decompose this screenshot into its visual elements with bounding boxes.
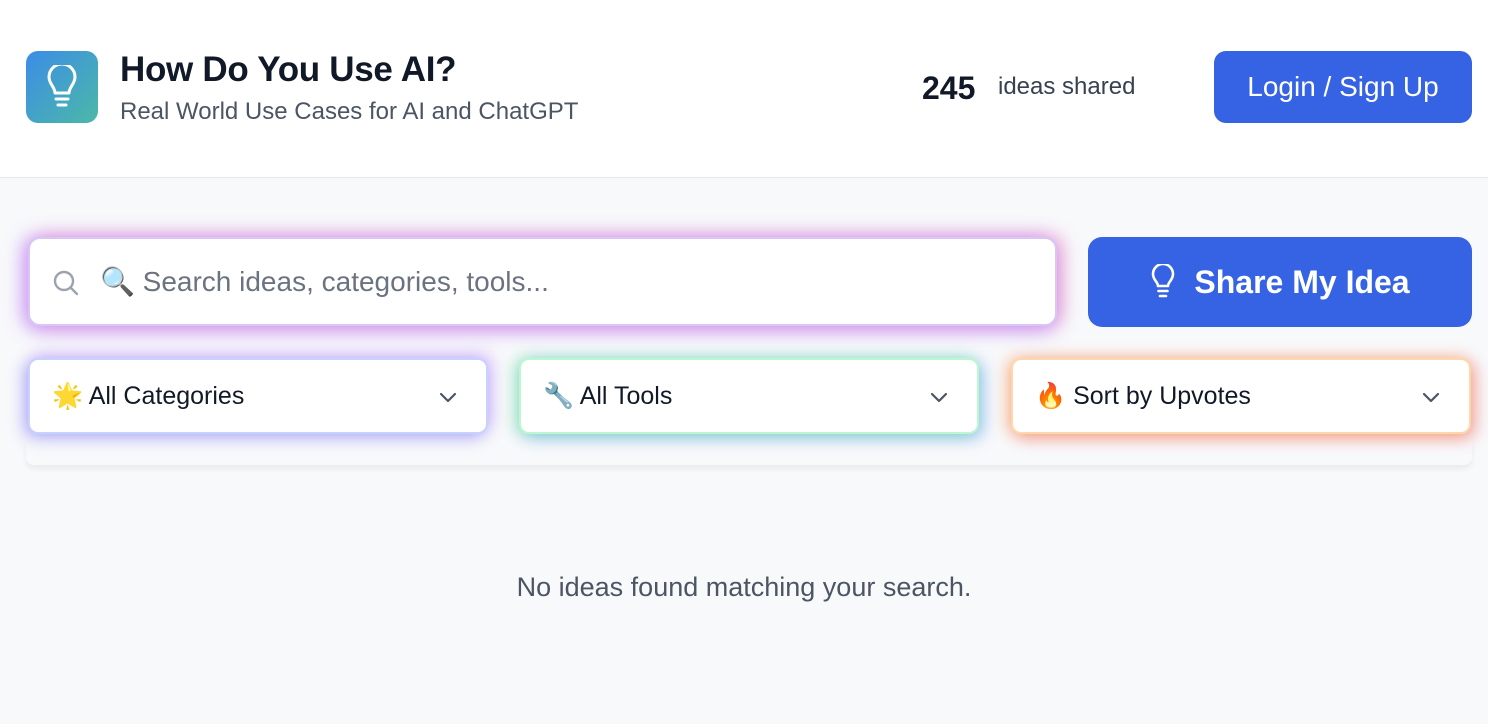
- chevron-down-icon: [1422, 392, 1440, 403]
- site-header: How Do You Use AI? Real World Use Cases …: [0, 0, 1488, 178]
- category-select-value: 🌟 All Categories: [52, 381, 245, 410]
- sort-select-value: 🔥 Sort by Upvotes: [1035, 381, 1251, 410]
- lightbulb-icon: [1152, 264, 1175, 298]
- search-box[interactable]: [28, 237, 1057, 326]
- ideas-count: 245: [922, 70, 976, 106]
- ideas-count-label: ideas shared: [998, 73, 1136, 100]
- chevron-down-icon: [439, 392, 457, 403]
- empty-state-message: No ideas found matching your search.: [516, 572, 972, 602]
- app-logo[interactable]: [26, 51, 98, 123]
- share-my-idea-button[interactable]: Share My Idea: [1088, 237, 1472, 327]
- share-my-idea-label: Share My Idea: [1194, 263, 1410, 300]
- page-subtitle: Real World Use Cases for AI and ChatGPT: [120, 98, 579, 125]
- chevron-down-icon: [930, 392, 948, 403]
- lightbulb-icon: [47, 65, 77, 107]
- sort-select[interactable]: 🔥 Sort by Upvotes: [1011, 358, 1471, 434]
- page-title: How Do You Use AI?: [120, 50, 457, 89]
- tools-select[interactable]: 🔧 All Tools: [519, 358, 979, 434]
- search-icon: [53, 270, 79, 296]
- tools-select-value: 🔧 All Tools: [543, 381, 673, 410]
- search-input[interactable]: [100, 257, 1030, 307]
- login-signup-button[interactable]: Login / Sign Up: [1214, 51, 1472, 123]
- filter-panel: [26, 440, 1472, 465]
- category-select[interactable]: 🌟 All Categories: [28, 358, 488, 434]
